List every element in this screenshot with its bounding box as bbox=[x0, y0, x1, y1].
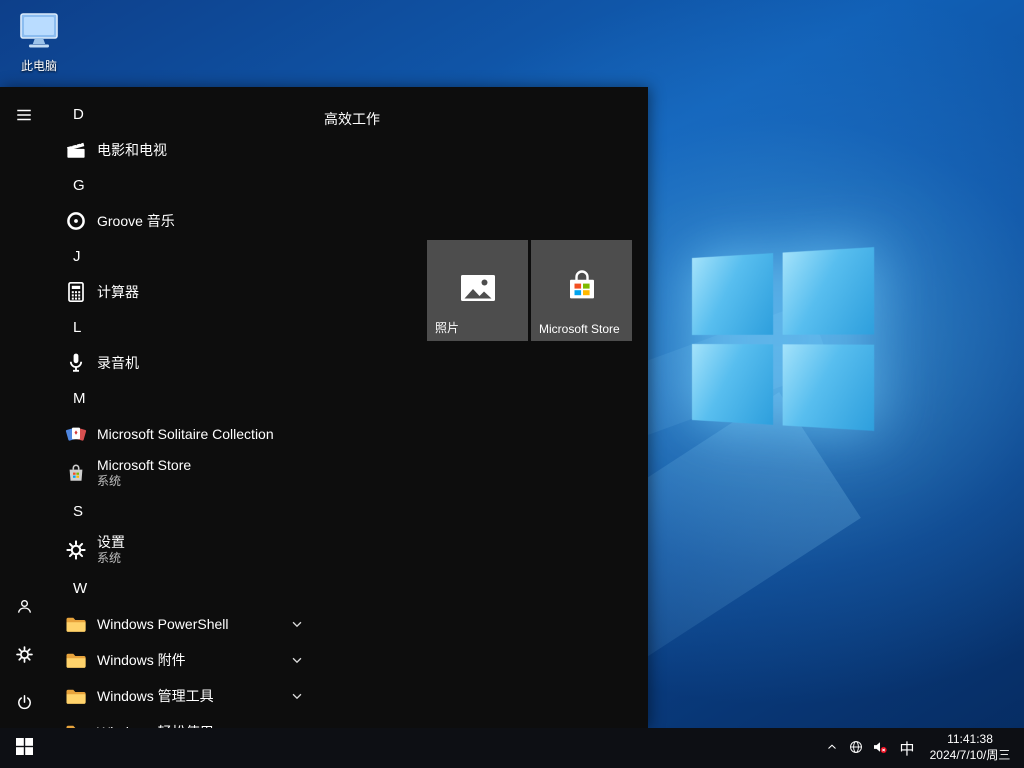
gear-icon bbox=[64, 538, 88, 562]
tray-overflow-button[interactable] bbox=[820, 728, 844, 768]
tile-area: 高效工作 照片 bbox=[324, 87, 648, 728]
folder-icon bbox=[64, 612, 88, 636]
user-button[interactable] bbox=[4, 588, 44, 628]
app-item[interactable]: 录音机 bbox=[48, 345, 324, 381]
app-sublabel: 系统 bbox=[97, 474, 191, 488]
section-header[interactable]: W bbox=[48, 571, 324, 606]
folder-item[interactable]: Windows 附件 bbox=[48, 642, 324, 678]
start-app-list: D 电影和电视 G bbox=[48, 97, 324, 728]
app-label: 计算器 bbox=[97, 282, 139, 302]
app-item[interactable]: Microsoft Store 系统 bbox=[48, 452, 324, 494]
section-header[interactable]: L bbox=[48, 310, 324, 345]
app-label: Groove 音乐 bbox=[97, 211, 175, 231]
section-header[interactable]: J bbox=[48, 239, 324, 274]
voice-recorder-icon bbox=[64, 351, 88, 375]
app-item[interactable]: Groove 音乐 bbox=[48, 203, 324, 239]
folder-icon bbox=[64, 684, 88, 708]
start-button[interactable] bbox=[0, 728, 48, 768]
app-item[interactable]: Microsoft Solitaire Collection bbox=[48, 416, 324, 452]
clock-date: 2024/7/10/周三 bbox=[930, 748, 1011, 764]
folder-item[interactable]: Windows 轻松使用 bbox=[48, 714, 324, 728]
settings-button[interactable] bbox=[4, 636, 44, 676]
store-bag-icon bbox=[562, 268, 602, 313]
hamburger-icon bbox=[15, 106, 33, 127]
app-label: Microsoft Solitaire Collection bbox=[97, 426, 274, 442]
menu-button[interactable] bbox=[4, 96, 44, 136]
start-menu-rail bbox=[0, 87, 48, 728]
desktop-icon-this-pc[interactable]: 此电脑 bbox=[10, 12, 68, 74]
folder-item[interactable]: Windows PowerShell bbox=[48, 606, 324, 642]
tile-label: 照片 bbox=[435, 319, 459, 336]
folder-label: Windows 管理工具 bbox=[97, 686, 214, 706]
tile-label: Microsoft Store bbox=[539, 322, 620, 336]
this-pc-icon bbox=[17, 12, 61, 55]
folder-icon bbox=[64, 720, 88, 728]
photos-icon bbox=[458, 268, 498, 313]
folder-item[interactable]: Windows 管理工具 bbox=[48, 678, 324, 714]
screen: 此电脑 bbox=[0, 0, 1024, 768]
section-header[interactable]: S bbox=[48, 494, 324, 529]
app-label: 电影和电视 bbox=[97, 140, 167, 160]
power-button[interactable] bbox=[4, 684, 44, 724]
app-label: 设置 bbox=[97, 534, 125, 551]
chevron-down-icon[interactable] bbox=[290, 653, 304, 667]
app-label: 录音机 bbox=[97, 353, 139, 373]
app-item[interactable]: 设置 系统 bbox=[48, 529, 324, 571]
speaker-muted-icon bbox=[871, 738, 889, 759]
groove-music-icon bbox=[64, 209, 88, 233]
gear-icon bbox=[15, 645, 34, 667]
windows-logo-icon bbox=[16, 738, 33, 758]
section-header[interactable]: D bbox=[48, 97, 324, 132]
volume-button[interactable] bbox=[868, 728, 892, 768]
folder-label: Windows PowerShell bbox=[97, 616, 229, 632]
user-icon bbox=[15, 597, 34, 619]
folder-label: Windows 附件 bbox=[97, 650, 186, 670]
clock[interactable]: 11:41:38 2024/7/10/周三 bbox=[922, 732, 1018, 763]
section-header[interactable]: M bbox=[48, 381, 324, 416]
network-button[interactable] bbox=[844, 728, 868, 768]
chevron-up-icon bbox=[825, 740, 839, 757]
solitaire-icon bbox=[64, 422, 88, 446]
calculator-icon bbox=[64, 280, 88, 304]
app-item[interactable]: 计算器 bbox=[48, 274, 324, 310]
desktop-icon-label: 此电脑 bbox=[21, 57, 57, 74]
windows-logo-wallpaper bbox=[692, 247, 874, 431]
section-header[interactable]: G bbox=[48, 168, 324, 203]
chevron-down-icon[interactable] bbox=[290, 617, 304, 631]
app-item[interactable]: 电影和电视 bbox=[48, 132, 324, 168]
store-icon bbox=[64, 461, 88, 485]
movies-tv-icon bbox=[64, 138, 88, 162]
ime-indicator[interactable]: 中 bbox=[892, 728, 922, 768]
tile-group-title[interactable]: 高效工作 bbox=[324, 109, 380, 129]
app-sublabel: 系统 bbox=[97, 551, 125, 565]
app-label: Microsoft Store bbox=[97, 457, 191, 474]
system-tray: 中 11:41:38 2024/7/10/周三 bbox=[820, 728, 1024, 768]
tile-photos[interactable]: 照片 bbox=[427, 240, 528, 341]
chevron-down-icon[interactable] bbox=[290, 689, 304, 703]
start-menu: D 电影和电视 G bbox=[0, 87, 648, 728]
globe-network-icon bbox=[848, 739, 864, 758]
tile-microsoft-store[interactable]: Microsoft Store bbox=[531, 240, 632, 341]
clock-time: 11:41:38 bbox=[947, 732, 993, 748]
folder-icon bbox=[64, 648, 88, 672]
taskbar: 中 11:41:38 2024/7/10/周三 bbox=[0, 728, 1024, 768]
power-icon bbox=[15, 693, 34, 715]
